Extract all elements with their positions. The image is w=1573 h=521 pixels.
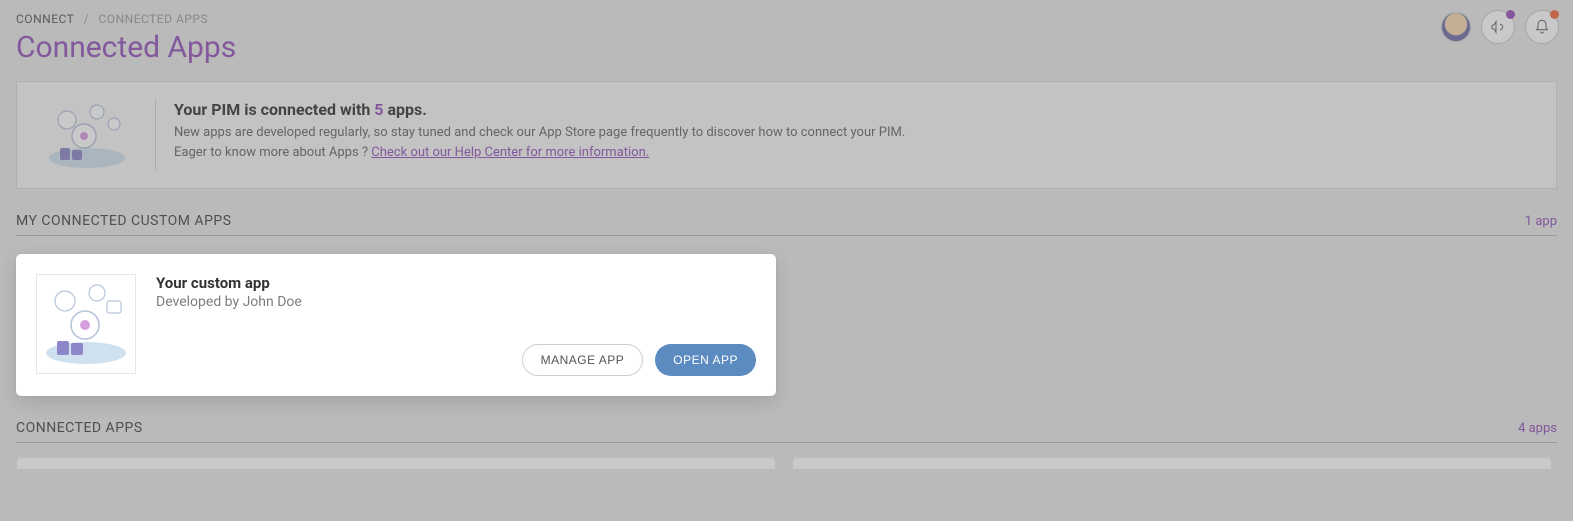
breadcrumb-current: CONNECTED APPS [99, 12, 209, 26]
app-card-title: Your custom app [156, 274, 756, 292]
banner-heading: Your PIM is connected with 5 apps. [174, 100, 1536, 119]
banner-line-1: New apps are developed regularly, so sta… [174, 123, 1536, 143]
notifications-badge [1550, 10, 1559, 19]
banner-illustration [37, 100, 137, 170]
avatar[interactable] [1441, 12, 1471, 42]
section-title-custom: MY CONNECTED CUSTOM APPS [16, 213, 232, 229]
section-count-connected: 4 apps [1518, 421, 1557, 436]
notifications-button[interactable] [1525, 10, 1559, 44]
section-count-custom: 1 app [1525, 214, 1557, 229]
app-card [16, 457, 776, 469]
bell-icon [1534, 19, 1550, 35]
info-banner: Your PIM is connected with 5 apps. New a… [16, 81, 1557, 189]
breadcrumb-root[interactable]: CONNECT [16, 12, 74, 26]
app-card-developer: Developed by John Doe [156, 294, 756, 310]
section-title-connected: CONNECTED APPS [16, 420, 143, 436]
megaphone-icon [1490, 19, 1506, 35]
app-card: Your custom app Developed by John Doe MA… [16, 254, 776, 396]
manage-app-button[interactable]: MANAGE APP [522, 344, 644, 376]
app-card [792, 457, 1552, 469]
app-card-thumb [36, 274, 136, 374]
help-center-link[interactable]: Check out our Help Center for more infor… [371, 145, 649, 160]
page-title: Connected Apps [16, 30, 1557, 65]
banner-line-2-prefix: Eager to know more about Apps ? [174, 145, 371, 160]
open-app-button[interactable]: OPEN APP [655, 344, 756, 376]
breadcrumb: CONNECT / CONNECTED APPS [16, 12, 1557, 26]
announcements-badge [1506, 10, 1515, 19]
announcements-button[interactable] [1481, 10, 1515, 44]
